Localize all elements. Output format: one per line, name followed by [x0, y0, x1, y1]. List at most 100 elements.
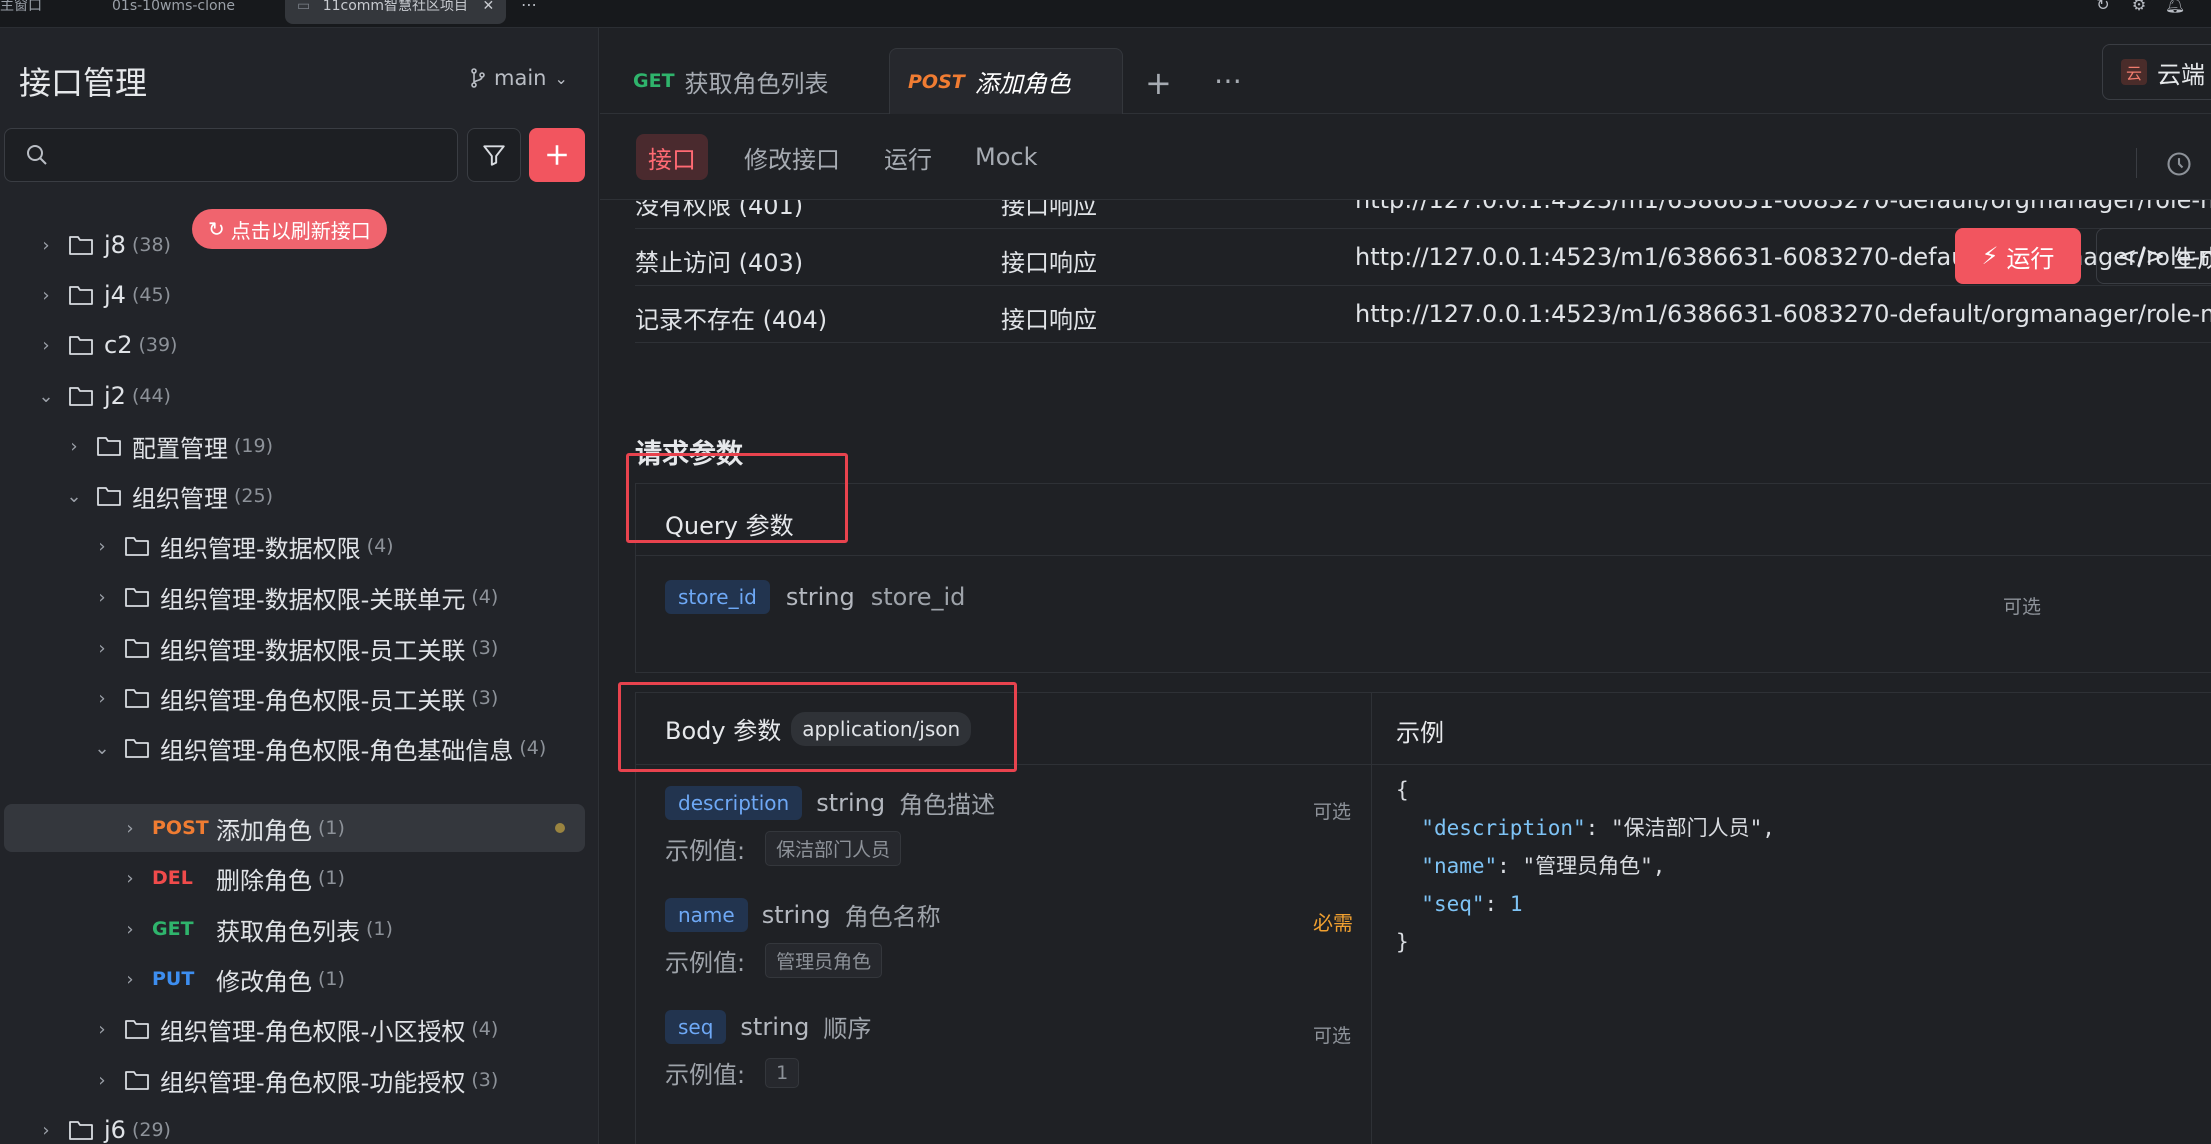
- folder-open-icon: [124, 737, 150, 759]
- chevron-right-icon: ›: [42, 284, 50, 306]
- response-url[interactable]: http://127.0.0.1:4523/m1/6386631-6083270…: [1355, 200, 2211, 214]
- tree-api-update-role[interactable]: › PUT 修改角色 (1): [0, 955, 585, 1003]
- param-desc: 顺序: [823, 1015, 872, 1043]
- refresh-icon[interactable]: ↻: [2092, 0, 2114, 14]
- method-badge: PUT: [152, 968, 195, 990]
- window-tab-wms-clone[interactable]: 01s-10wms-clone: [112, 0, 235, 24]
- cloud-icon: 云: [2121, 59, 2147, 85]
- tree-folder-j4[interactable]: › j4 (45): [0, 271, 585, 319]
- example-value-label: 示例值:: [665, 949, 746, 977]
- folder-open-icon: [68, 385, 94, 407]
- tree-count: (45): [131, 284, 171, 306]
- chevron-right-icon: ›: [98, 1018, 106, 1040]
- tree-label: j8: [104, 231, 126, 259]
- method-badge: DEL: [152, 867, 193, 889]
- more-icon[interactable]: ⋯: [518, 0, 540, 14]
- tree-label: j6: [104, 1116, 126, 1144]
- tree-folder-role-basic[interactable]: ⌄ 组织管理-角色权限-角色基础信息 (4): [0, 724, 585, 772]
- param-type: string: [740, 1012, 810, 1041]
- search-input[interactable]: [4, 128, 458, 182]
- response-type: 接口响应: [1001, 200, 1097, 220]
- tree-label: 组织管理: [132, 484, 228, 513]
- chevron-right-icon: ›: [98, 1069, 106, 1091]
- tree-folder-config[interactable]: › 配置管理 (19): [0, 422, 585, 470]
- example-value-label: 示例值:: [665, 1061, 746, 1089]
- query-param-row: store_id string store_id: [665, 580, 965, 614]
- response-name: 没有权限 (401): [635, 200, 804, 220]
- tree-count: (1): [318, 968, 345, 990]
- response-name: 禁止访问 (403): [635, 249, 804, 277]
- tab-get-role-list[interactable]: GET 获取角色列表: [633, 48, 829, 114]
- tree-folder-role-perm-staff[interactable]: › 组织管理-角色权限-员工关联 (3): [0, 674, 585, 722]
- tree-folder-data-perm-unit[interactable]: › 组织管理-数据权限-关联单元 (4): [0, 573, 585, 621]
- api-tab-bar: GET 获取角色列表 POST 添加角色 + ⋯ 云 云端: [600, 28, 2211, 114]
- window-tab-main[interactable]: 主窗口: [0, 0, 52, 24]
- json-punct: ,: [1652, 854, 1666, 878]
- tree-label: 获取角色列表: [216, 917, 360, 946]
- tree-label: c2: [104, 331, 133, 359]
- new-tab-plus-icon[interactable]: +: [1145, 64, 1172, 102]
- json-punct: ,: [1762, 816, 1775, 840]
- example-value-row: 示例值: 保洁部门人员: [665, 831, 902, 866]
- tree-api-delete-role[interactable]: › DEL 删除角色 (1): [0, 854, 585, 902]
- code-line: {: [1396, 778, 1409, 802]
- tree-count: (3): [471, 637, 499, 659]
- generate-code-button[interactable]: </> 生成代码: [2096, 228, 2211, 284]
- response-url[interactable]: http://127.0.0.1:4523/m1/6386631-6083270…: [1355, 243, 2211, 271]
- tree-folder-data-perm[interactable]: › 组织管理-数据权限 (4): [0, 522, 585, 570]
- tree-api-get-role-list[interactable]: › GET 获取角色列表 (1): [0, 905, 585, 953]
- window-tab-comm-project[interactable]: ▭ 11comm智慧社区项目 ✕: [285, 0, 507, 24]
- tree-count: (4): [519, 737, 547, 759]
- tree-folder-j6[interactable]: › j6 (29): [0, 1106, 585, 1144]
- example-value: 1: [765, 1057, 800, 1088]
- sidebar: 接口管理 main ⌄ ↻ 点击以刷新接口 › j8 (38) › j4 (45) …: [0, 28, 599, 1144]
- gear-icon[interactable]: ⚙: [2128, 0, 2150, 14]
- add-api-button[interactable]: [529, 128, 585, 182]
- tree-label: 删除角色: [216, 866, 312, 895]
- tab-mock[interactable]: Mock: [963, 134, 1049, 180]
- tab-api[interactable]: 接口: [636, 134, 708, 180]
- chevron-right-icon: ›: [126, 918, 134, 940]
- tree-folder-role-community[interactable]: › 组织管理-角色权限-小区授权 (4): [0, 1005, 585, 1053]
- folder-icon: [68, 284, 94, 306]
- tab-edit-api[interactable]: 修改接口: [732, 134, 852, 180]
- example-title: 示例: [1396, 719, 1444, 747]
- cloud-label: 云端: [2157, 60, 2205, 89]
- param-desc: 角色名称: [844, 903, 941, 931]
- document-icon: ▭: [297, 0, 311, 14]
- tree-folder-role-function[interactable]: › 组织管理-角色权限-功能授权 (3): [0, 1056, 585, 1104]
- method-badge: POST: [152, 817, 209, 839]
- method-badge: POST: [908, 70, 965, 93]
- example-json-code: { "description": "保洁部门人员", "name": "管理员角…: [1396, 771, 1775, 961]
- chevron-down-icon: ⌄: [66, 485, 82, 507]
- tab-post-add-role[interactable]: POST 添加角色: [889, 48, 1123, 114]
- json-value: 1: [1509, 892, 1523, 916]
- tree-count: (4): [471, 1018, 499, 1040]
- tab-label: 获取角色列表: [684, 69, 829, 98]
- tab-run[interactable]: 运行: [872, 134, 944, 180]
- body-param-row: name string 角色名称: [665, 897, 941, 932]
- json-value: "保洁部门人员": [1610, 816, 1763, 840]
- tree-folder-j8[interactable]: › j8 (38): [0, 221, 585, 269]
- close-icon[interactable]: ✕: [483, 0, 495, 14]
- tree-folder-org[interactable]: ⌄ 组织管理 (25): [0, 472, 585, 520]
- json-key: "description": [1421, 816, 1586, 840]
- cloud-button[interactable]: 云 云端: [2102, 44, 2211, 100]
- bell-icon[interactable]: 🔔︎: [2164, 0, 2186, 14]
- branch-selector[interactable]: main ⌄: [470, 66, 568, 90]
- tree-count: (1): [318, 867, 345, 889]
- history-icon[interactable]: [2165, 150, 2193, 178]
- tab-label: 修改接口: [744, 145, 840, 174]
- tree-folder-j2[interactable]: ⌄ j2 (44): [0, 372, 585, 420]
- tab-label: 接口: [648, 145, 696, 174]
- tree-folder-data-perm-staff[interactable]: › 组织管理-数据权限-员工关联 (3): [0, 624, 585, 672]
- response-url[interactable]: http://127.0.0.1:4523/m1/6386631-6083270…: [1355, 300, 2211, 328]
- more-icon[interactable]: ⋯: [1214, 64, 1242, 97]
- plus-icon: [547, 145, 567, 165]
- tree-api-add-role[interactable]: › POST 添加角色 (1): [4, 804, 585, 852]
- filter-button[interactable]: [467, 128, 521, 182]
- run-button[interactable]: ⚡︎ 运行: [1955, 228, 2081, 284]
- tree-folder-c2[interactable]: › c2 (39): [0, 321, 585, 369]
- code-line: }: [1396, 930, 1409, 954]
- tree-count: (38): [131, 234, 171, 256]
